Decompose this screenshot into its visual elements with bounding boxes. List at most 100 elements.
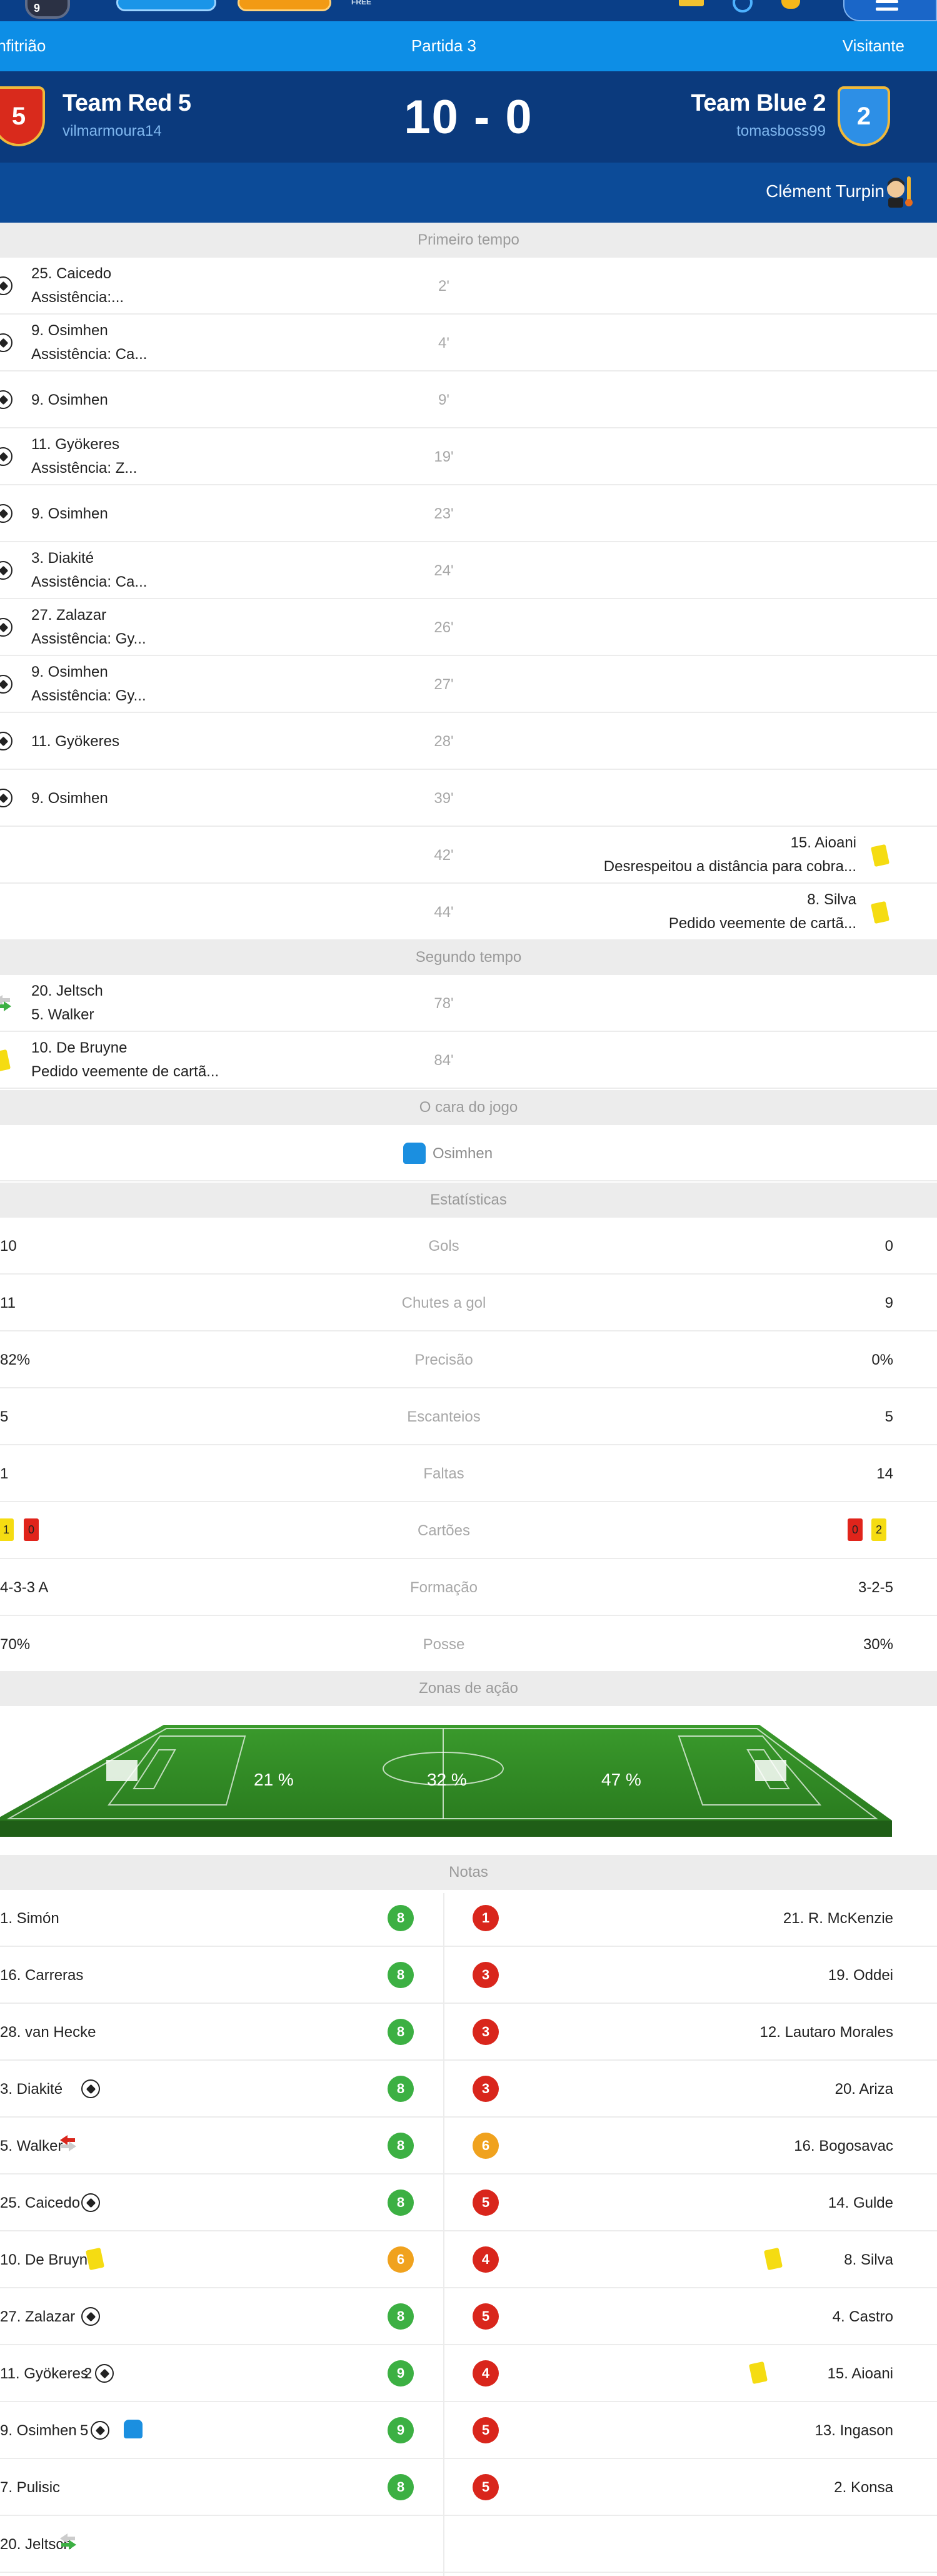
event-row[interactable]: 2' 25. Caicedo Assistência:... — [0, 258, 937, 315]
home-player-name[interactable]: 28. van Hecke — [0, 2024, 96, 2041]
top-bar: 9 FREE — [0, 0, 937, 21]
gems-pill[interactable] — [238, 0, 331, 11]
ball-icon — [91, 2421, 109, 2440]
event-detail: Assistência: Z... — [31, 460, 138, 477]
event-row[interactable]: 23' 9. Osimhen — [0, 485, 937, 542]
event-minute: 9' — [438, 391, 449, 408]
event-row[interactable]: 24' 3. Diakité Assistência: Ca... — [0, 542, 937, 599]
home-player-name[interactable]: 1. Simón — [0, 1910, 59, 1927]
away-team-name[interactable]: Team Blue 2 — [691, 90, 826, 117]
referee-name: Clément Turpin — [766, 181, 884, 201]
section-statistics: Estatísticas — [0, 1183, 937, 1218]
player-avatar[interactable]: 9 — [25, 0, 70, 19]
event-row[interactable]: 39' 9. Osimhen — [0, 770, 937, 827]
event-row[interactable]: 28' 11. Gyökeres — [0, 713, 937, 770]
home-red-cards: 0 — [24, 1518, 39, 1541]
substitution-icon — [59, 2532, 76, 2555]
away-rating-badge: 5 — [473, 2190, 499, 2216]
away-player-name[interactable]: 12. Lautaro Morales — [760, 2024, 893, 2041]
trophy-icon[interactable] — [781, 0, 800, 9]
event-player: 27. Zalazar — [31, 607, 107, 624]
event-row[interactable]: 4' 9. Osimhen Assistência: Ca... — [0, 315, 937, 371]
away-player-name[interactable]: 8. Silva — [844, 2251, 893, 2269]
event-row[interactable]: 27' 9. Osimhen Assistência: Gy... — [0, 656, 937, 713]
stat-home-value: 10 — [0, 1238, 17, 1255]
away-team-badge[interactable]: 2 — [838, 86, 890, 146]
home-player-name[interactable]: 3. Diakité — [0, 2081, 63, 2098]
event-detail: Assistência: Ca... — [31, 346, 148, 363]
away-player-name[interactable]: 20. Ariza — [835, 2081, 893, 2098]
home-player-name[interactable]: 27. Zalazar — [0, 2308, 75, 2326]
rating-row: 3. Diakité 8 3 20. Ariza — [0, 2061, 937, 2118]
event-detail: 5. Walker — [31, 1006, 94, 1023]
event-row[interactable]: 26' 27. Zalazar Assistência: Gy... — [0, 599, 937, 656]
stat-row: Posse 70% 30% — [0, 1616, 937, 1673]
away-rating-badge: 5 — [473, 2303, 499, 2330]
away-player-name[interactable]: 4. Castro — [833, 2308, 893, 2326]
home-rating-badge: 8 — [388, 1962, 414, 1988]
event-detail: Assistência: Ca... — [31, 573, 148, 590]
substitution-icon — [0, 994, 11, 1016]
referee-avatar-icon — [887, 176, 913, 208]
stat-row: Chutes a gol 11 9 — [0, 1275, 937, 1331]
event-row[interactable]: 19' 11. Gyökeres Assistência: Z... — [0, 428, 937, 485]
away-player-name[interactable]: 15. Aioani — [828, 2365, 893, 2383]
man-of-match-row[interactable]: Osimhen — [0, 1125, 937, 1181]
event-player: 9. Osimhen — [31, 322, 108, 339]
event-row[interactable]: 42' 15. Aioani Desrespeitou a distância pa… — [0, 827, 937, 884]
event-row[interactable]: 9' 9. Osimhen — [0, 371, 937, 428]
card-icon[interactable] — [679, 0, 704, 6]
event-minute: 23' — [434, 505, 454, 522]
home-player-name[interactable]: 10. De Bruyne — [0, 2251, 96, 2269]
stat-row: Gols 10 0 — [0, 1218, 937, 1275]
section-action-zones: Zonas de ação — [0, 1671, 937, 1706]
stat-label: Posse — [423, 1636, 465, 1653]
event-row[interactable]: 78' 20. Jeltsch 5. Walker — [0, 975, 937, 1032]
stat-row: Faltas 1 14 — [0, 1445, 937, 1502]
home-player-name[interactable]: 25. Caicedo — [0, 2195, 80, 2212]
home-rating-badge: 9 — [388, 2360, 414, 2387]
home-rating-badge: 6 — [388, 2246, 414, 2273]
zone-left-percent: 21 % — [254, 1770, 294, 1789]
away-rating-badge: 6 — [473, 2133, 499, 2159]
stat-label: Precisão — [414, 1351, 473, 1368]
home-player-name[interactable]: 11. Gyökeres — [0, 2365, 88, 2383]
rating-row: 20. Jeltsch — [0, 2516, 937, 2573]
event-player: 11. Gyökeres — [31, 733, 119, 750]
away-username[interactable]: tomasboss99 — [736, 123, 826, 140]
away-player-name[interactable]: 13. Ingason — [815, 2422, 893, 2440]
away-red-cards: 0 — [848, 1518, 863, 1541]
away-player-name[interactable]: 21. R. McKenzie — [783, 1910, 893, 1927]
ball-icon — [81, 2307, 100, 2326]
home-player-name[interactable]: 16. Carreras — [0, 1967, 83, 1984]
menu-button[interactable] — [843, 0, 937, 21]
away-player-name[interactable]: 16. Bogosavac — [794, 2138, 893, 2155]
home-rating-badge: 8 — [388, 2303, 414, 2330]
stat-label: Chutes a gol — [401, 1295, 486, 1311]
home-player-name[interactable]: 5. Walker — [0, 2138, 63, 2155]
home-player-name[interactable]: 9. Osimhen — [0, 2422, 77, 2440]
event-row[interactable]: 44' 8. Silva Pedido veemente de cartã... — [0, 884, 937, 941]
globe-icon[interactable] — [733, 0, 753, 13]
coins-pill[interactable] — [116, 0, 216, 11]
ball-icon — [81, 2079, 100, 2098]
away-rating-badge: 4 — [473, 2246, 499, 2273]
home-rating-badge: 8 — [388, 2474, 414, 2500]
event-player: 10. De Bruyne — [31, 1039, 128, 1056]
stat-home-value: 82% — [0, 1351, 31, 1368]
home-player-name[interactable]: 7. Pulisic — [0, 2479, 60, 2497]
away-rating-badge: 1 — [473, 1905, 499, 1931]
section-man-of-match: O cara do jogo — [0, 1090, 937, 1125]
home-rating-badge: 8 — [388, 1905, 414, 1931]
stat-row: Formação 4-3-3 A 3-2-5 — [0, 1559, 937, 1616]
event-row[interactable]: 84' 10. De Bruyne Pedido veemente de cartã… — [0, 1032, 937, 1089]
away-player-name[interactable]: 14. Gulde — [828, 2195, 893, 2212]
away-player-name[interactable]: 2. Konsa — [834, 2479, 893, 2497]
zone-right-percent: 47 % — [601, 1770, 641, 1789]
section-second-half: Segundo tempo — [0, 940, 937, 975]
home-rating-badge: 8 — [388, 2019, 414, 2045]
referee-bar: Clément Turpin — [0, 163, 937, 223]
away-player-name[interactable]: 19. Oddei — [828, 1967, 893, 1984]
event-player: 9. Osimhen — [31, 505, 108, 522]
rating-row: 16. Carreras 8 3 19. Oddei — [0, 1947, 937, 2004]
